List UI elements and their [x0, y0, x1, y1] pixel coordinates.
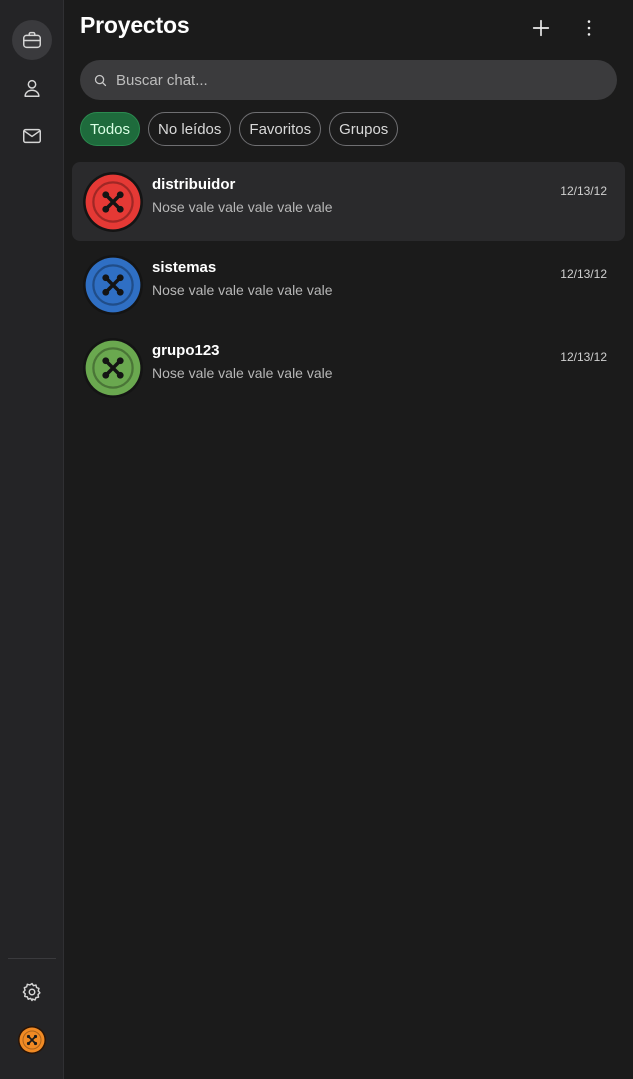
chat-date: 12/13/12 — [560, 267, 607, 281]
plus-icon — [532, 19, 550, 37]
rail-divider — [8, 958, 56, 959]
chat-preview: Nose vale vale vale vale vale — [152, 199, 333, 215]
chat-item-grupo123[interactable]: grupo123 Nose vale vale vale vale vale 1… — [72, 328, 625, 407]
chat-name: grupo123 — [152, 342, 220, 359]
more-options-button[interactable] — [573, 12, 605, 44]
user-icon — [24, 79, 40, 97]
gear-icon — [22, 982, 41, 1002]
filter-chips: Todos No leídos Favoritos Grupos — [80, 112, 399, 146]
chat-avatar — [83, 338, 143, 398]
search-input[interactable] — [116, 71, 596, 89]
briefcase-icon — [23, 31, 41, 49]
chat-preview: Nose vale vale vale vale vale — [152, 365, 333, 381]
chat-item-distribuidor[interactable]: distribuidor Nose vale vale vale vale va… — [72, 162, 625, 241]
rail-projects-button[interactable] — [12, 20, 52, 60]
mail-icon — [23, 128, 41, 144]
page-title: Proyectos — [80, 12, 190, 38]
new-chat-button[interactable] — [525, 12, 557, 44]
chat-name: distribuidor — [152, 176, 236, 193]
rail-mail-button[interactable] — [12, 116, 52, 156]
filter-chip-no-leidos[interactable]: No leídos — [148, 112, 232, 146]
rail-settings-button[interactable] — [12, 972, 52, 1012]
filter-chip-todos[interactable]: Todos — [80, 112, 141, 146]
chat-preview: Nose vale vale vale vale vale — [152, 282, 333, 298]
more-vertical-icon — [587, 20, 591, 36]
rail-contacts-button[interactable] — [12, 68, 52, 108]
filter-chip-favoritos[interactable]: Favoritos — [239, 112, 322, 146]
chat-name: sistemas — [152, 259, 217, 276]
chat-item-sistemas[interactable]: sistemas Nose vale vale vale vale vale 1… — [72, 245, 625, 324]
chat-list: distribuidor Nose vale vale vale vale va… — [72, 162, 625, 411]
chat-panel: Proyectos Todos No leídos Favoritos — [65, 0, 633, 1079]
chat-avatar — [83, 172, 143, 232]
chat-date: 12/13/12 — [560, 184, 607, 198]
filter-chip-grupos[interactable]: Grupos — [329, 112, 399, 146]
search-icon — [94, 74, 107, 86]
search-bar[interactable] — [80, 60, 617, 100]
chat-date: 12/13/12 — [560, 350, 607, 364]
user-avatar[interactable] — [17, 1025, 47, 1055]
nav-rail — [0, 0, 64, 1079]
app-window: Proyectos Todos No leídos Favoritos — [0, 0, 633, 1079]
chat-avatar — [83, 255, 143, 315]
